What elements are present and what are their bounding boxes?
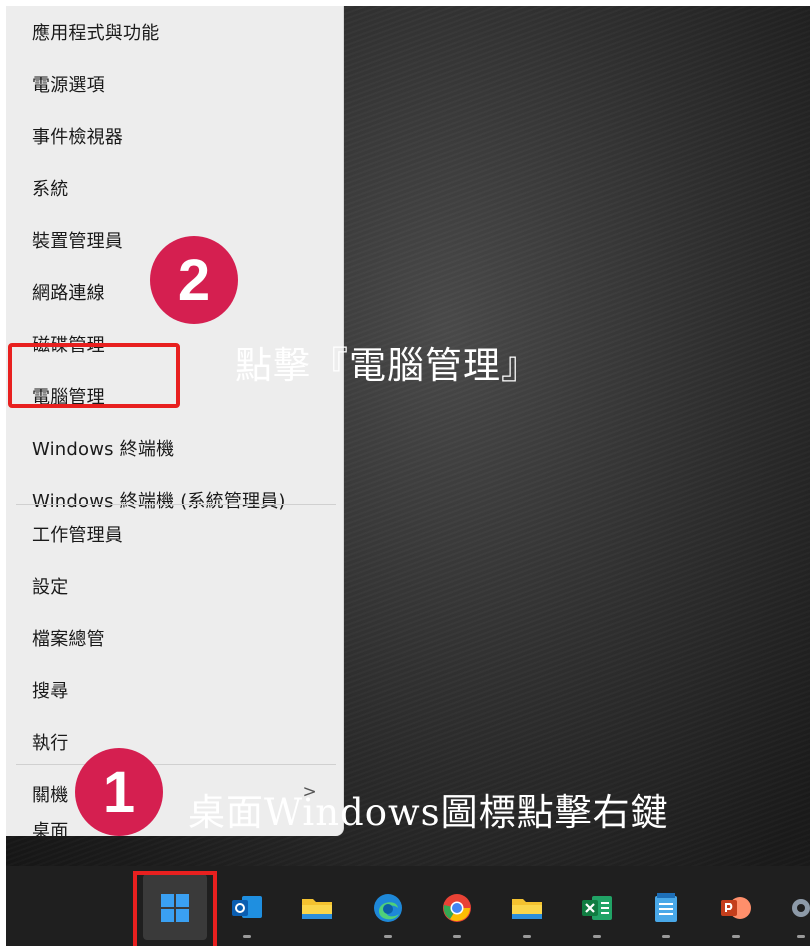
running-indicator	[384, 935, 392, 938]
excel-icon[interactable]	[582, 893, 612, 923]
powerpoint-icon[interactable]	[721, 893, 751, 923]
menu-item-label: 事件檢視器	[32, 127, 123, 148]
edge-icon[interactable]	[373, 893, 403, 923]
step-1-badge: 1	[75, 748, 163, 836]
running-indicator	[797, 935, 805, 938]
menu-item-label: 桌面	[32, 821, 69, 842]
menu-item-label: 網路連線	[32, 283, 105, 304]
menu-item-power-options[interactable]: 電源選項	[6, 58, 343, 110]
notepad-icon[interactable]	[651, 893, 681, 923]
menu-item-windows-terminal[interactable]: Windows 終端機	[6, 422, 343, 474]
taskbar	[6, 866, 810, 946]
running-indicator	[732, 935, 740, 938]
menu-item-label: 系統	[32, 179, 69, 200]
settings-icon[interactable]	[786, 893, 810, 923]
menu-item-label: 執行	[32, 733, 69, 754]
menu-separator	[16, 764, 336, 765]
menu-item-label: Windows 終端機	[32, 439, 175, 460]
file-explorer-icon-2[interactable]	[512, 893, 542, 923]
menu-item-label: 設定	[32, 577, 69, 598]
menu-item-settings[interactable]: 設定	[6, 560, 343, 612]
step-2-badge: 2	[150, 236, 238, 324]
menu-item-label: 搜尋	[32, 681, 69, 702]
menu-item-task-manager[interactable]: 工作管理員	[6, 508, 343, 560]
file-explorer-icon[interactable]	[302, 893, 332, 923]
menu-item-label: 檔案總管	[32, 629, 105, 650]
running-indicator	[523, 935, 531, 938]
step-2-caption: 點擊『電腦管理』	[235, 344, 539, 387]
menu-item-apps-features[interactable]: 應用程式與功能	[6, 6, 343, 58]
running-indicator	[593, 935, 601, 938]
chrome-icon[interactable]	[442, 893, 472, 923]
winx-context-menu: 應用程式與功能 電源選項 事件檢視器 系統 裝置管理員 網路連線 磁碟管理 電腦…	[6, 6, 344, 842]
menu-item-run[interactable]: 執行	[6, 716, 343, 768]
menu-separator	[16, 504, 336, 505]
menu-item-label: 工作管理員	[32, 525, 123, 546]
step-1-caption: 桌面Windows圖標點擊右鍵	[188, 791, 669, 834]
running-indicator	[453, 935, 461, 938]
menu-item-search[interactable]: 搜尋	[6, 664, 343, 716]
running-indicator	[662, 935, 670, 938]
computer-management-highlight	[8, 343, 180, 408]
menu-item-label: 裝置管理員	[32, 231, 123, 252]
start-button-highlight	[133, 871, 217, 946]
menu-item-file-explorer[interactable]: 檔案總管	[6, 612, 343, 664]
menu-item-label: 電源選項	[32, 75, 105, 96]
running-indicator	[243, 935, 251, 938]
menu-item-event-viewer[interactable]: 事件檢視器	[6, 110, 343, 162]
outlook-icon[interactable]	[232, 893, 262, 923]
menu-item-label: 應用程式與功能	[32, 23, 160, 44]
menu-item-system[interactable]: 系統	[6, 162, 343, 214]
